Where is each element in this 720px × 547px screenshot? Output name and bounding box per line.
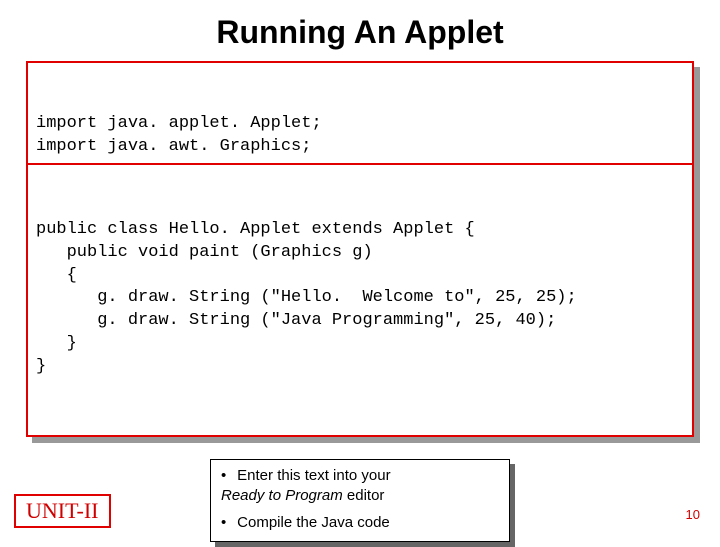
code-block-container: import java. applet. Applet; import java… (26, 61, 694, 437)
note-text-1a: Enter this text into your (237, 467, 390, 484)
note-container: • Enter this text into your Ready to Pro… (210, 459, 510, 542)
note-line-1: • Enter this text into your Ready to Pro… (221, 466, 499, 507)
code-body: public class Hello. Applet extends Apple… (28, 211, 692, 390)
note-line-2: • Compile the Java code (221, 513, 499, 533)
slide-title: Running An Applet (0, 0, 720, 61)
code-block: import java. applet. Applet; import java… (26, 61, 694, 437)
note-text-1c: editor (343, 487, 385, 504)
note-text-1b: Ready to Program (221, 487, 343, 504)
code-imports: import java. applet. Applet; import java… (28, 109, 692, 165)
bullet-icon: • (221, 513, 233, 533)
note-text-2: Compile the Java code (237, 514, 390, 531)
bullet-icon: • (221, 466, 233, 486)
note-box: • Enter this text into your Ready to Pro… (210, 459, 510, 542)
page-number: 10 (686, 507, 700, 522)
